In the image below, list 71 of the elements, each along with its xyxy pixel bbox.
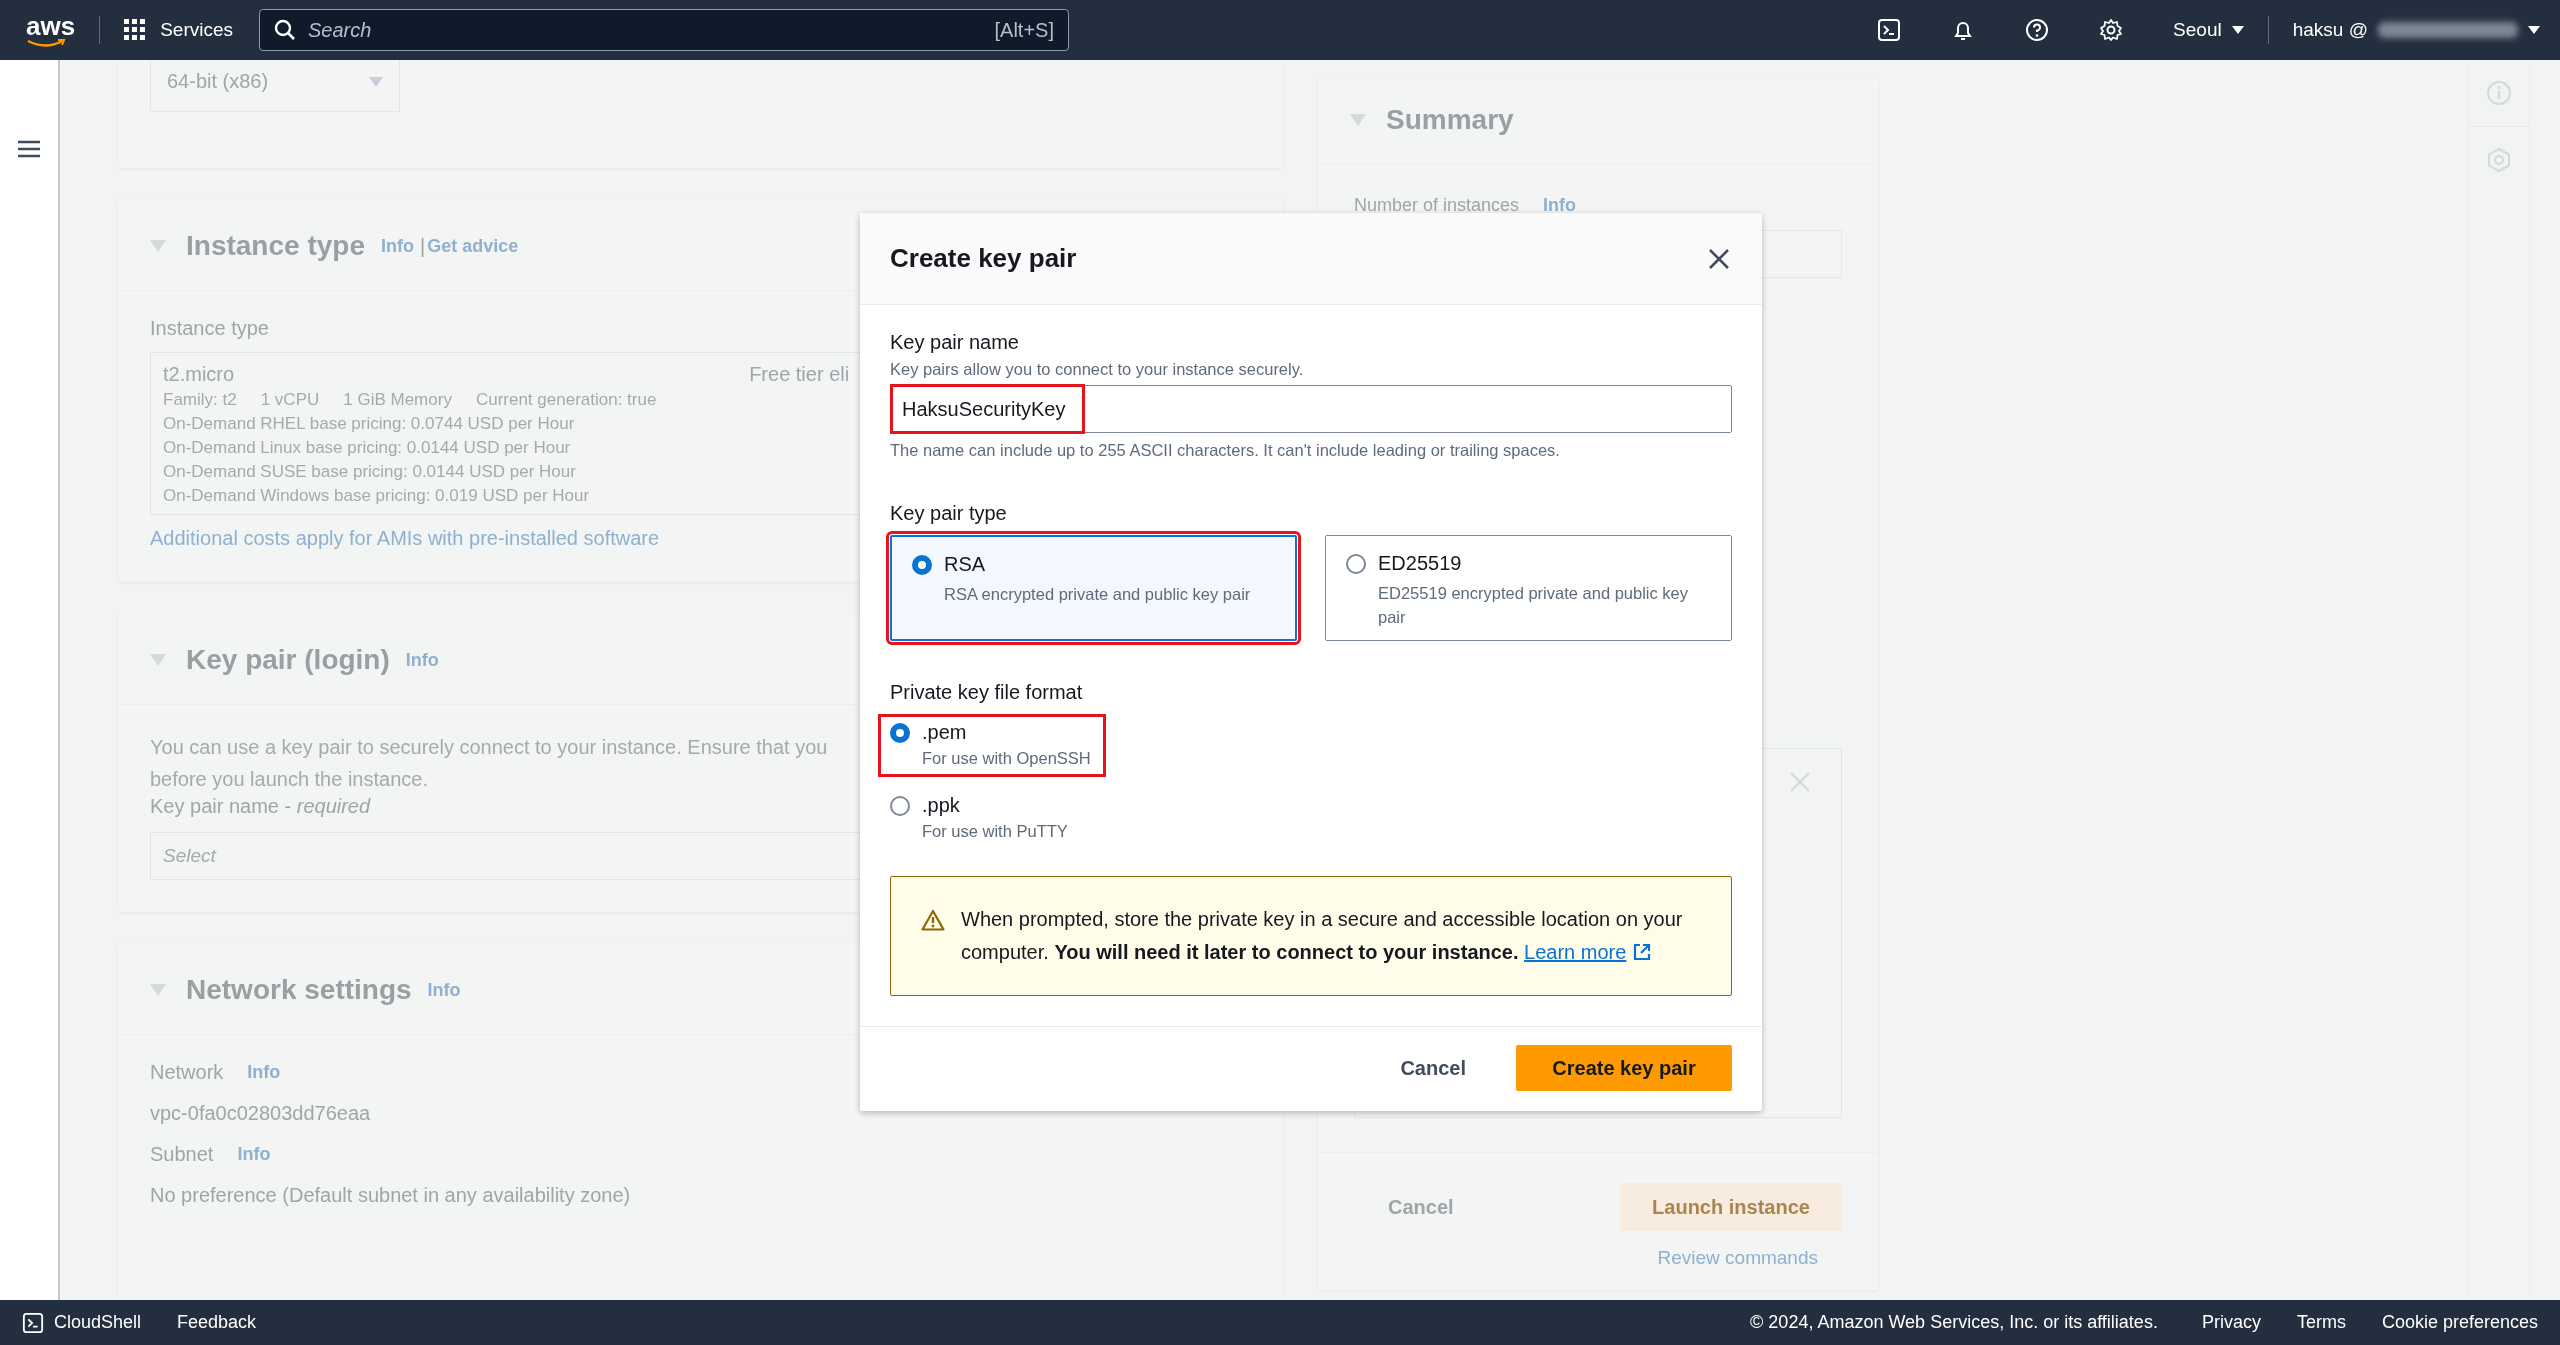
dialog-title: Create key pair <box>890 243 1077 274</box>
separator: | <box>419 234 426 258</box>
section-title: Instance type <box>186 230 365 262</box>
field-label: Network <box>150 1061 224 1084</box>
constraint-text: The name can include up to 255 ASCII characters. It can't include leading or trailing spaces. <box>890 441 1561 460</box>
cloudshell-button[interactable]: CloudShell <box>22 1311 142 1334</box>
spec-text: 1 vCPU <box>260 390 320 410</box>
field-description: Key pairs allow you to connect to your instance securely. <box>890 360 1305 379</box>
spec-text: Family: t2 <box>163 390 237 410</box>
section-title: Summary <box>1386 104 1514 136</box>
pricing-text: On-Demand RHEL base pricing: 0.0744 USD per Hour <box>163 414 575 434</box>
option-label: ED25519 <box>1378 552 1463 575</box>
footer-link[interactable]: Privacy <box>2201 1312 2261 1333</box>
services-menu-button[interactable]: Services <box>124 19 233 41</box>
field-label: Number of instances <box>1354 195 1520 216</box>
caret-icon <box>369 76 383 87</box>
pricing-text: On-Demand Windows base pricing: 0.019 USD per Hour <box>163 486 590 506</box>
aws-logo[interactable]: aws <box>26 14 76 46</box>
account-menu-button[interactable]: haksu @ <box>2292 19 2540 41</box>
shortcut-hint: [Alt+S] <box>994 18 1054 42</box>
field-label: Subnet <box>150 1143 214 1166</box>
radio-button[interactable] <box>890 723 910 743</box>
external-link-icon <box>1632 942 1653 962</box>
radio-button[interactable] <box>912 555 932 575</box>
description-text: You can use a key pair to securely connect to your instance. Ensure that you before you launch the instance. <box>150 735 828 792</box>
section-title: Key pair (login) <box>186 644 390 676</box>
spec-text: 1 GiB Memory <box>343 390 452 410</box>
section-title: Network settings <box>186 974 412 1006</box>
close-icon[interactable] <box>1708 247 1730 270</box>
search-field[interactable]: Search [Alt+S] <box>259 9 1069 51</box>
option-label: RSA <box>944 553 987 576</box>
option-label: .pem <box>922 721 968 744</box>
region-menu-button[interactable]: Seoul <box>2173 19 2244 41</box>
help-icon[interactable] <box>2025 18 2050 42</box>
warning-text: When prompted, store the private key in a secure and accessible location on your computer. You will need it later to connect to your instance. Learn more <box>961 907 1684 965</box>
field-value: No preference (Default subnet in any availability zone) <box>150 1184 631 1207</box>
copyright-text: © 2024, Amazon Web Services, Inc. or its affiliates. <box>1750 1312 2158 1333</box>
option-description: For use with OpenSSH <box>922 748 1091 769</box>
field-label: Key pair type <box>890 502 1008 525</box>
spec-text: Current generation: true <box>475 390 657 410</box>
option-description: RSA encrypted private and public key pair <box>944 584 1251 605</box>
key-pair-name-field[interactable]: HaksuSecurityKey <box>890 385 1732 433</box>
learn-more-link[interactable]: Learn more <box>1524 941 1653 963</box>
settings-icon[interactable] <box>2099 18 2124 42</box>
key-type-option[interactable]: ED25519 ED25519 encrypted private and public key pair <box>1325 535 1732 641</box>
radio-button[interactable] <box>1346 554 1366 574</box>
warning-icon <box>921 909 945 931</box>
instance-type-value: t2.micro <box>163 363 235 386</box>
pricing-text: On-Demand Linux base pricing: 0.0144 USD per Hour <box>163 438 571 458</box>
free-tier-label: Free tier eli <box>749 363 850 386</box>
terminal-icon[interactable] <box>1877 18 1902 42</box>
field-label: Key pair name - required <box>150 795 371 818</box>
option-label: .ppk <box>922 794 961 817</box>
cancel-button[interactable]: Cancel <box>1394 1055 1472 1081</box>
field-label: Private key file format <box>890 681 1084 704</box>
search-icon <box>274 19 296 41</box>
terminal-icon <box>22 1311 44 1334</box>
field-label: Instance type <box>150 317 269 340</box>
footer-link[interactable]: Cookie preferences <box>2381 1312 2538 1333</box>
option-description: ED25519 encrypted private and public key pair <box>1378 583 1690 628</box>
caret-icon <box>2231 26 2244 34</box>
footer-link[interactable]: Terms <box>2296 1312 2346 1333</box>
feedback-link[interactable]: Feedback <box>177 1312 257 1333</box>
caret-icon <box>2528 26 2540 34</box>
field-label: Key pair name <box>890 331 1020 354</box>
create-key-pair-button[interactable]: Create key pair <box>1516 1045 1732 1091</box>
radio-button[interactable] <box>890 796 910 816</box>
menu-icon[interactable] <box>18 140 40 158</box>
pricing-text: On-Demand SUSE base pricing: 0.0144 USD per Hour <box>163 462 576 482</box>
field-value: vpc-0fa0c02803dd76eaa <box>150 1102 371 1125</box>
grid-icon <box>124 19 147 41</box>
